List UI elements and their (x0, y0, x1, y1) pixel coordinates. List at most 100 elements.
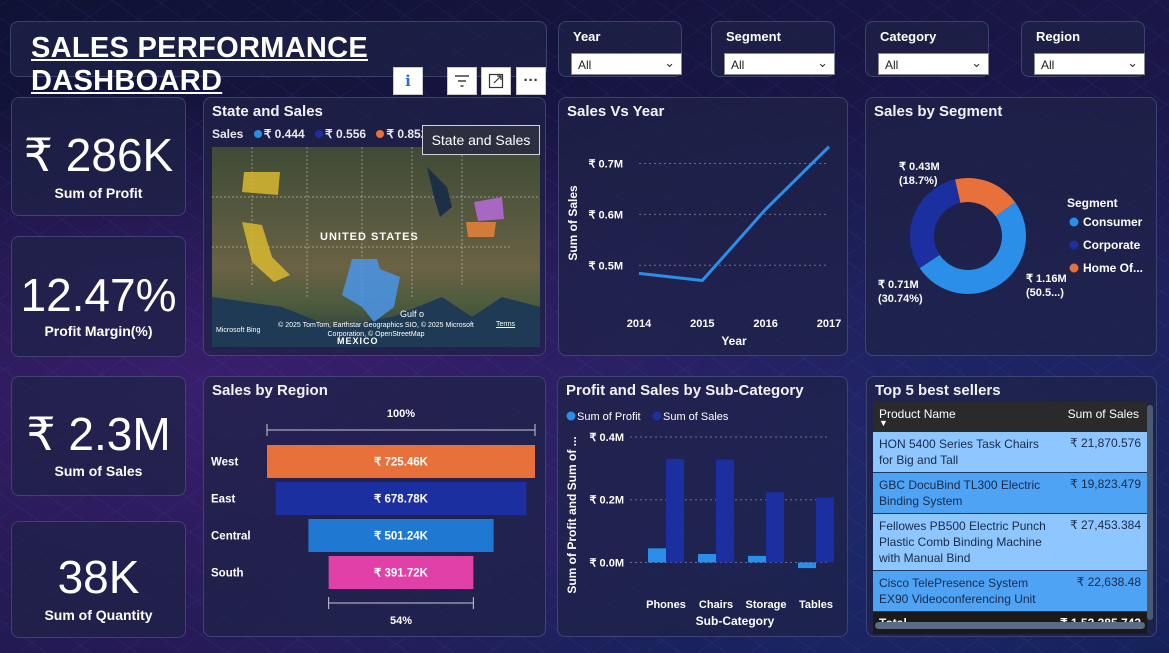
kpi-caption: Sum of Profit (54, 185, 143, 201)
column-bar (816, 497, 834, 563)
chevron-down-icon: ⌄ (971, 55, 982, 70)
country-label: UNITED STATES (320, 231, 419, 243)
dropdown-value: All (731, 58, 745, 72)
map-canvas[interactable]: UNITED STATES MEXICO Gulf o Microsoft Bi… (212, 147, 540, 347)
info-icon[interactable]: i (393, 67, 423, 95)
legend-title: Segment (1067, 196, 1118, 210)
x-tick-label: Storage (746, 599, 787, 611)
column-bar (748, 555, 766, 563)
year-dropdown[interactable]: All ⌄ (571, 53, 682, 75)
legend-dot (1069, 240, 1079, 250)
product-sales: ₹ 22,638.48 (1076, 575, 1141, 589)
product-sales: ₹ 21,870.576 (1069, 436, 1141, 450)
category-label: Central (211, 531, 251, 543)
column-bar (648, 548, 666, 563)
map-attribution: © 2025 TomTom, Earthstar Geographics SIO… (278, 322, 474, 338)
x-tick-label: Chairs (699, 599, 733, 611)
product-name: Cisco TelePresence System EX90 Videoconf… (879, 576, 1036, 606)
bar-value-label: ₹ 391.72K (374, 568, 429, 580)
donut-slice (910, 179, 961, 269)
table-header: Product Name ▼ Sum of Sales (873, 402, 1147, 432)
legend-item: Home Of... (1083, 261, 1143, 275)
product-name: Fellowes PB500 Electric Punch Plastic Co… (879, 519, 1046, 565)
filter-icon[interactable] (447, 67, 477, 95)
x-tick-label: Tables (799, 599, 833, 611)
bing-logo: Microsoft Bing (216, 327, 261, 334)
chevron-down-icon: ⌄ (1127, 55, 1138, 70)
kpi-caption: Sum of Quantity (44, 607, 153, 623)
top-percent-label: 100% (387, 408, 415, 420)
state-california[interactable] (242, 222, 290, 282)
sales-vs-year-card[interactable]: Sales Vs Year ₹ 0.5M ₹ 0.6M ₹ 0.7M 2014 2015… (558, 97, 848, 356)
sales-line (638, 145, 831, 283)
table-row[interactable]: GBC DocuBind TL300 Electric Binding Syst… (873, 473, 1147, 514)
x-axis-title: Sub-Category (696, 614, 775, 628)
sort-desc-icon: ▼ (879, 418, 888, 428)
map-title: State and Sales (212, 103, 323, 120)
column-header-sales[interactable]: Sum of Sales (1068, 407, 1139, 421)
column-bar (798, 562, 816, 569)
segment-dropdown[interactable]: All ⌄ (724, 53, 835, 75)
legend-item: Sum of Sales (663, 411, 729, 423)
kpi-quantity-card: 38K Sum of Quantity (11, 521, 186, 638)
category-label: South (211, 568, 244, 580)
product-name: HON 5400 Series Task Chairs for Big and … (879, 437, 1039, 467)
kpi-caption: Profit Margin(%) (44, 323, 153, 339)
state-texas[interactable] (342, 259, 400, 322)
category-label: West (211, 457, 238, 469)
state-pennsylvania[interactable] (466, 222, 496, 237)
legend-dot (315, 130, 324, 138)
y-tick-label: ₹ 0.7M (588, 158, 623, 170)
column-header-product[interactable]: Product Name (879, 407, 956, 421)
slicer-label: Segment (726, 29, 781, 44)
legend-item: Sum of Profit (577, 411, 641, 423)
focus-mode-icon[interactable] (481, 67, 511, 95)
legend-item: ₹ 0.444 (263, 127, 305, 141)
category-dropdown[interactable]: All ⌄ (878, 53, 989, 75)
x-tick-label: 2015 (690, 318, 714, 330)
more-options-icon[interactable]: ··· (516, 67, 546, 95)
profit-sales-subcategory-card[interactable]: Profit and Sales by Sub-Category Sum of … (557, 376, 848, 637)
column-bar (766, 492, 784, 563)
table-row[interactable]: Fellowes PB500 Electric Punch Plastic Co… (873, 514, 1147, 571)
slice-pct-label: (50.5...) (1026, 287, 1064, 299)
sales-by-segment-card[interactable]: Sales by Segment ₹ 1.16M (50.5...) ₹ 0.71M… (865, 97, 1157, 356)
slice-value-label: ₹ 0.71M (878, 279, 919, 291)
table-row[interactable]: Cisco TelePresence System EX90 Videoconf… (873, 571, 1147, 612)
x-tick-label: 2016 (753, 318, 777, 330)
y-tick-label: ₹ 0.4M (589, 432, 624, 444)
state-new-york[interactable] (474, 197, 504, 221)
slicer-label: Year (573, 29, 601, 44)
horizontal-scrollbar[interactable] (875, 622, 1145, 629)
legend-item: Consumer (1083, 215, 1143, 229)
state-washington[interactable] (242, 172, 280, 195)
table-row[interactable]: HON 5400 Series Task Chairs for Big and … (873, 432, 1147, 473)
profit-sales-subcategory-chart: Sum of Profit Sum of Sales ₹ 0.0M ₹ 0.2M ₹ 0… (565, 411, 834, 628)
slicer-label: Region (1036, 29, 1081, 44)
terms-link[interactable]: Terms (496, 321, 515, 328)
bar-value-label: ₹ 678.78K (374, 494, 429, 506)
x-axis-title: Year (721, 334, 747, 348)
segment-slicer: Segment All ⌄ (711, 21, 835, 77)
legend-item: Corporate (1083, 238, 1141, 252)
column-bar (716, 459, 734, 563)
category-slicer: Category All ⌄ (865, 21, 989, 77)
product-sales: ₹ 27,453.384 (1069, 518, 1141, 532)
dropdown-value: All (578, 58, 592, 72)
bar-value-label: ₹ 725.46K (374, 457, 429, 469)
category-label: East (211, 494, 235, 506)
vertical-scrollbar[interactable] (1147, 405, 1153, 620)
slice-pct-label: (18.7%) (899, 175, 938, 187)
x-tick-label: 2014 (627, 318, 652, 330)
product-sales: ₹ 19,823.479 (1069, 477, 1141, 491)
region-dropdown[interactable]: All ⌄ (1034, 53, 1145, 75)
region-slicer: Region All ⌄ (1021, 21, 1145, 77)
kpi-sales-card: ₹ 2.3M Sum of Sales (11, 376, 186, 496)
column-bar (698, 553, 716, 563)
legend-title: Sales (212, 127, 244, 141)
kpi-value: ₹ 2.3M (26, 408, 171, 460)
kpi-profit-card: ₹ 286K Sum of Profit (11, 97, 186, 216)
sales-vs-year-chart: ₹ 0.5M ₹ 0.6M ₹ 0.7M 2014 2015 2016 2017 Year Su… (566, 145, 841, 348)
sales-by-region-card[interactable]: Sales by Region 100% ₹ 725.46K West ₹ 678.7… (203, 376, 546, 637)
slice-pct-label: (30.74%) (878, 293, 923, 305)
